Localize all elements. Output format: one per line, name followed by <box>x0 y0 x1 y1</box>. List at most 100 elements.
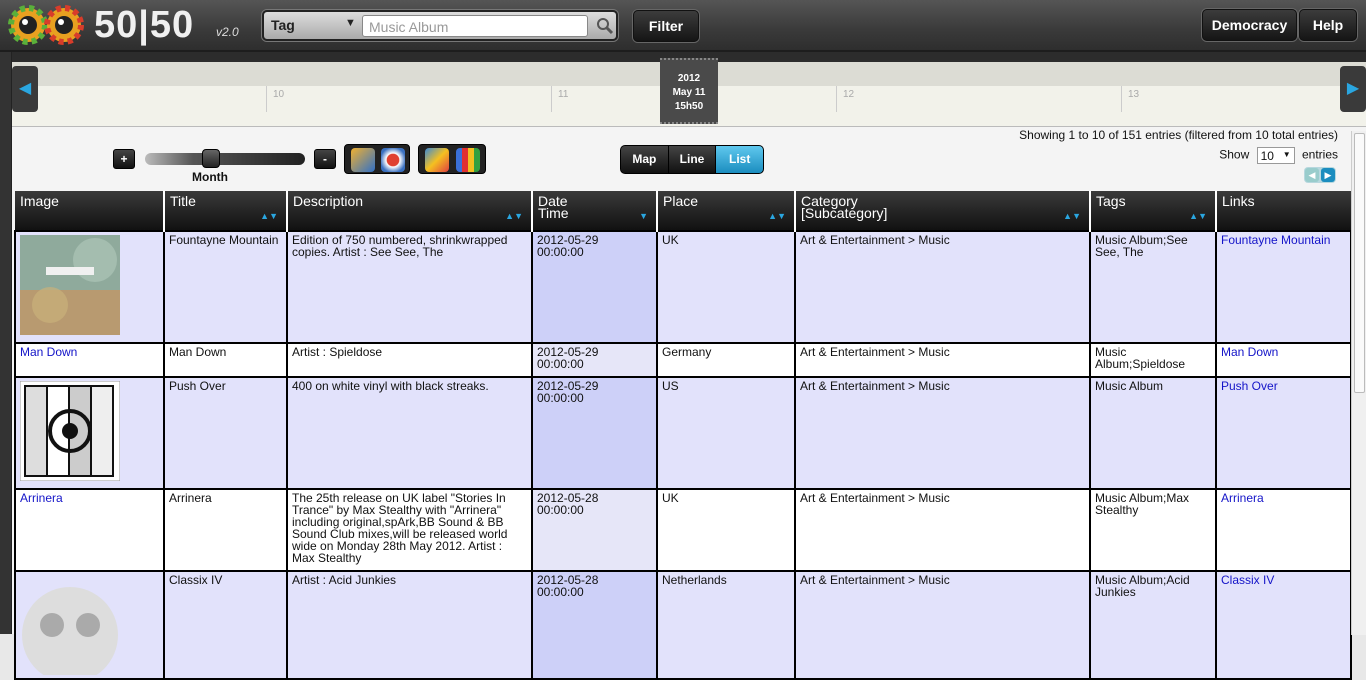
sort-icon: ▲▼ <box>260 211 278 221</box>
col-header-label: Title <box>170 193 196 209</box>
table-row[interactable]: Man Down Man Down Artist : Spieldose 201… <box>14 342 1352 378</box>
google-maps-icon[interactable] <box>456 148 480 172</box>
image-cell[interactable] <box>14 230 165 344</box>
timeline-tick-label: 10 <box>273 89 285 100</box>
image-cell[interactable] <box>14 376 165 490</box>
image-alt-link[interactable]: Man Down <box>20 345 77 359</box>
help-button[interactable]: Help <box>1299 9 1357 41</box>
entries-info: Showing 1 to 10 of 151 entries (filtered… <box>1019 128 1338 142</box>
timeline[interactable]: ◀ ▶ 10 11 12 13 2012 May 11 15h50 <box>12 52 1366 126</box>
place-cell: UK <box>656 488 796 572</box>
table-row[interactable]: Classix IV Artist : Acid Junkies 2012-05… <box>14 570 1352 680</box>
title-cell: Fountayne Mountain <box>163 230 288 344</box>
entry-link[interactable]: Arrinera <box>1221 491 1264 505</box>
album-cover-image[interactable] <box>20 381 120 481</box>
google-calendar-icon[interactable] <box>425 148 449 172</box>
view-switcher: Map Line List <box>620 145 764 174</box>
links-cell: Push Over <box>1215 376 1352 490</box>
col-header-sublabel: [Subcategory] <box>801 205 888 221</box>
description-cell: Artist : Spieldose <box>286 342 533 378</box>
place-cell: UK <box>656 230 796 344</box>
category-cell: Art & Entertainment > Music <box>794 342 1091 378</box>
table-row[interactable]: Fountayne Mountain Edition of 750 number… <box>14 230 1352 344</box>
category-cell: Art & Entertainment > Music <box>794 570 1091 680</box>
side-panel-handle[interactable] <box>0 52 12 634</box>
album-cover-image[interactable] <box>20 575 120 675</box>
main-content: + Month - Map Line List Showing 1 to 10 … <box>12 126 1366 680</box>
export-ical-icon[interactable] <box>351 148 375 172</box>
image-cell[interactable] <box>14 570 165 680</box>
page-size-select[interactable]: 10 ▼ <box>1256 147 1295 164</box>
image-cell: Arrinera <box>14 488 165 572</box>
time-scale-slider[interactable] <box>145 153 305 165</box>
time-value: 00:00:00 <box>537 503 584 517</box>
sort-icon: ▲▼ <box>1189 211 1207 221</box>
filter-button[interactable]: Filter <box>633 10 699 42</box>
col-header-description[interactable]: Description ▲▼ <box>287 191 533 231</box>
timeline-tick-label: 12 <box>843 89 855 100</box>
page-size-value: 10 <box>1260 149 1274 163</box>
entry-link[interactable]: Classix IV <box>1221 573 1274 587</box>
search-input[interactable]: Music Album <box>362 15 588 37</box>
marker-year: 2012 <box>677 73 701 84</box>
view-map-button[interactable]: Map <box>621 146 669 173</box>
datetime-cell: 2012-05-28 00:00:00 <box>531 488 658 572</box>
title-cell: Classix IV <box>163 570 288 680</box>
links-cell: Classix IV <box>1215 570 1352 680</box>
zoom-out-button[interactable]: - <box>314 149 336 169</box>
share-icons-group <box>418 144 486 174</box>
description-cell: The 25th release on UK label "Stories In… <box>286 488 533 572</box>
entry-link[interactable]: Fountayne Mountain <box>1221 233 1330 247</box>
export-outlook-icon[interactable] <box>381 148 405 172</box>
col-header-links: Links <box>1216 191 1351 231</box>
col-header-label: Tags <box>1096 193 1126 209</box>
timeline-tick <box>551 86 552 112</box>
sort-icon: ▲▼ <box>1063 211 1081 221</box>
links-cell: Fountayne Mountain <box>1215 230 1352 344</box>
tags-cell: Music Album <box>1089 376 1217 490</box>
timeline-tick <box>266 86 267 112</box>
description-cell: Artist : Acid Junkies <box>286 570 533 680</box>
previous-page-icon[interactable]: ◀ <box>1305 168 1319 182</box>
image-alt-link[interactable]: Arrinera <box>20 491 63 505</box>
time-scale-slider-handle[interactable] <box>202 149 220 168</box>
timeline-current-marker[interactable]: 2012 May 11 15h50 <box>660 58 718 124</box>
col-header-label: Description <box>293 193 364 209</box>
democracy-button[interactable]: Democracy <box>1202 9 1297 41</box>
table-row[interactable]: Push Over 400 on white vinyl with black … <box>14 376 1352 490</box>
tags-cell: Music Album;Spieldose <box>1089 342 1217 378</box>
dropdown-arrow-icon[interactable]: ▼ <box>345 17 356 29</box>
timeline-tick-label: 13 <box>1128 89 1140 100</box>
sort-icon: ▲▼ <box>505 211 523 221</box>
zoom-in-button[interactable]: + <box>113 149 135 169</box>
col-header-label: Links <box>1222 193 1255 209</box>
view-line-button[interactable]: Line <box>668 146 717 173</box>
timeline-tick-label: 11 <box>558 89 569 100</box>
time-value: 00:00:00 <box>537 245 584 259</box>
next-page-icon[interactable]: ▶ <box>1321 168 1335 182</box>
search-icon[interactable] <box>595 16 615 36</box>
tags-cell: Music Album;See See, The <box>1089 230 1217 344</box>
col-header-category[interactable]: Category [Subcategory] ▲▼ <box>795 191 1091 231</box>
entry-link[interactable]: Man Down <box>1221 345 1278 359</box>
marker-date: May 11 <box>672 87 706 98</box>
timeline-tick <box>1121 86 1122 112</box>
category-cell: Art & Entertainment > Music <box>794 376 1091 490</box>
col-header-tags[interactable]: Tags ▲▼ <box>1090 191 1217 231</box>
col-header-place[interactable]: Place ▲▼ <box>657 191 796 231</box>
top-bar: 50|50 v2.0 Tag ▼ Music Album Filter Demo… <box>0 0 1366 52</box>
timeline-prev-arrow-icon[interactable]: ◀ <box>12 66 38 112</box>
logo-gears-icon <box>8 5 84 45</box>
scrollbar-thumb[interactable] <box>1354 133 1365 393</box>
datetime-cell: 2012-05-29 00:00:00 <box>531 376 658 490</box>
vertical-scrollbar[interactable] <box>1351 131 1366 635</box>
timeline-next-arrow-icon[interactable]: ▶ <box>1340 66 1366 112</box>
table-row[interactable]: Arrinera Arrinera The 25th release on UK… <box>14 488 1352 572</box>
col-header-title[interactable]: Title ▲▼ <box>164 191 288 231</box>
album-cover-image[interactable] <box>20 235 120 335</box>
col-header-datetime[interactable]: Date Time ▼ <box>532 191 658 231</box>
timeline-tick <box>836 86 837 112</box>
marker-time: 15h50 <box>674 101 704 112</box>
view-list-button[interactable]: List <box>716 146 763 173</box>
entry-link[interactable]: Push Over <box>1221 379 1278 393</box>
